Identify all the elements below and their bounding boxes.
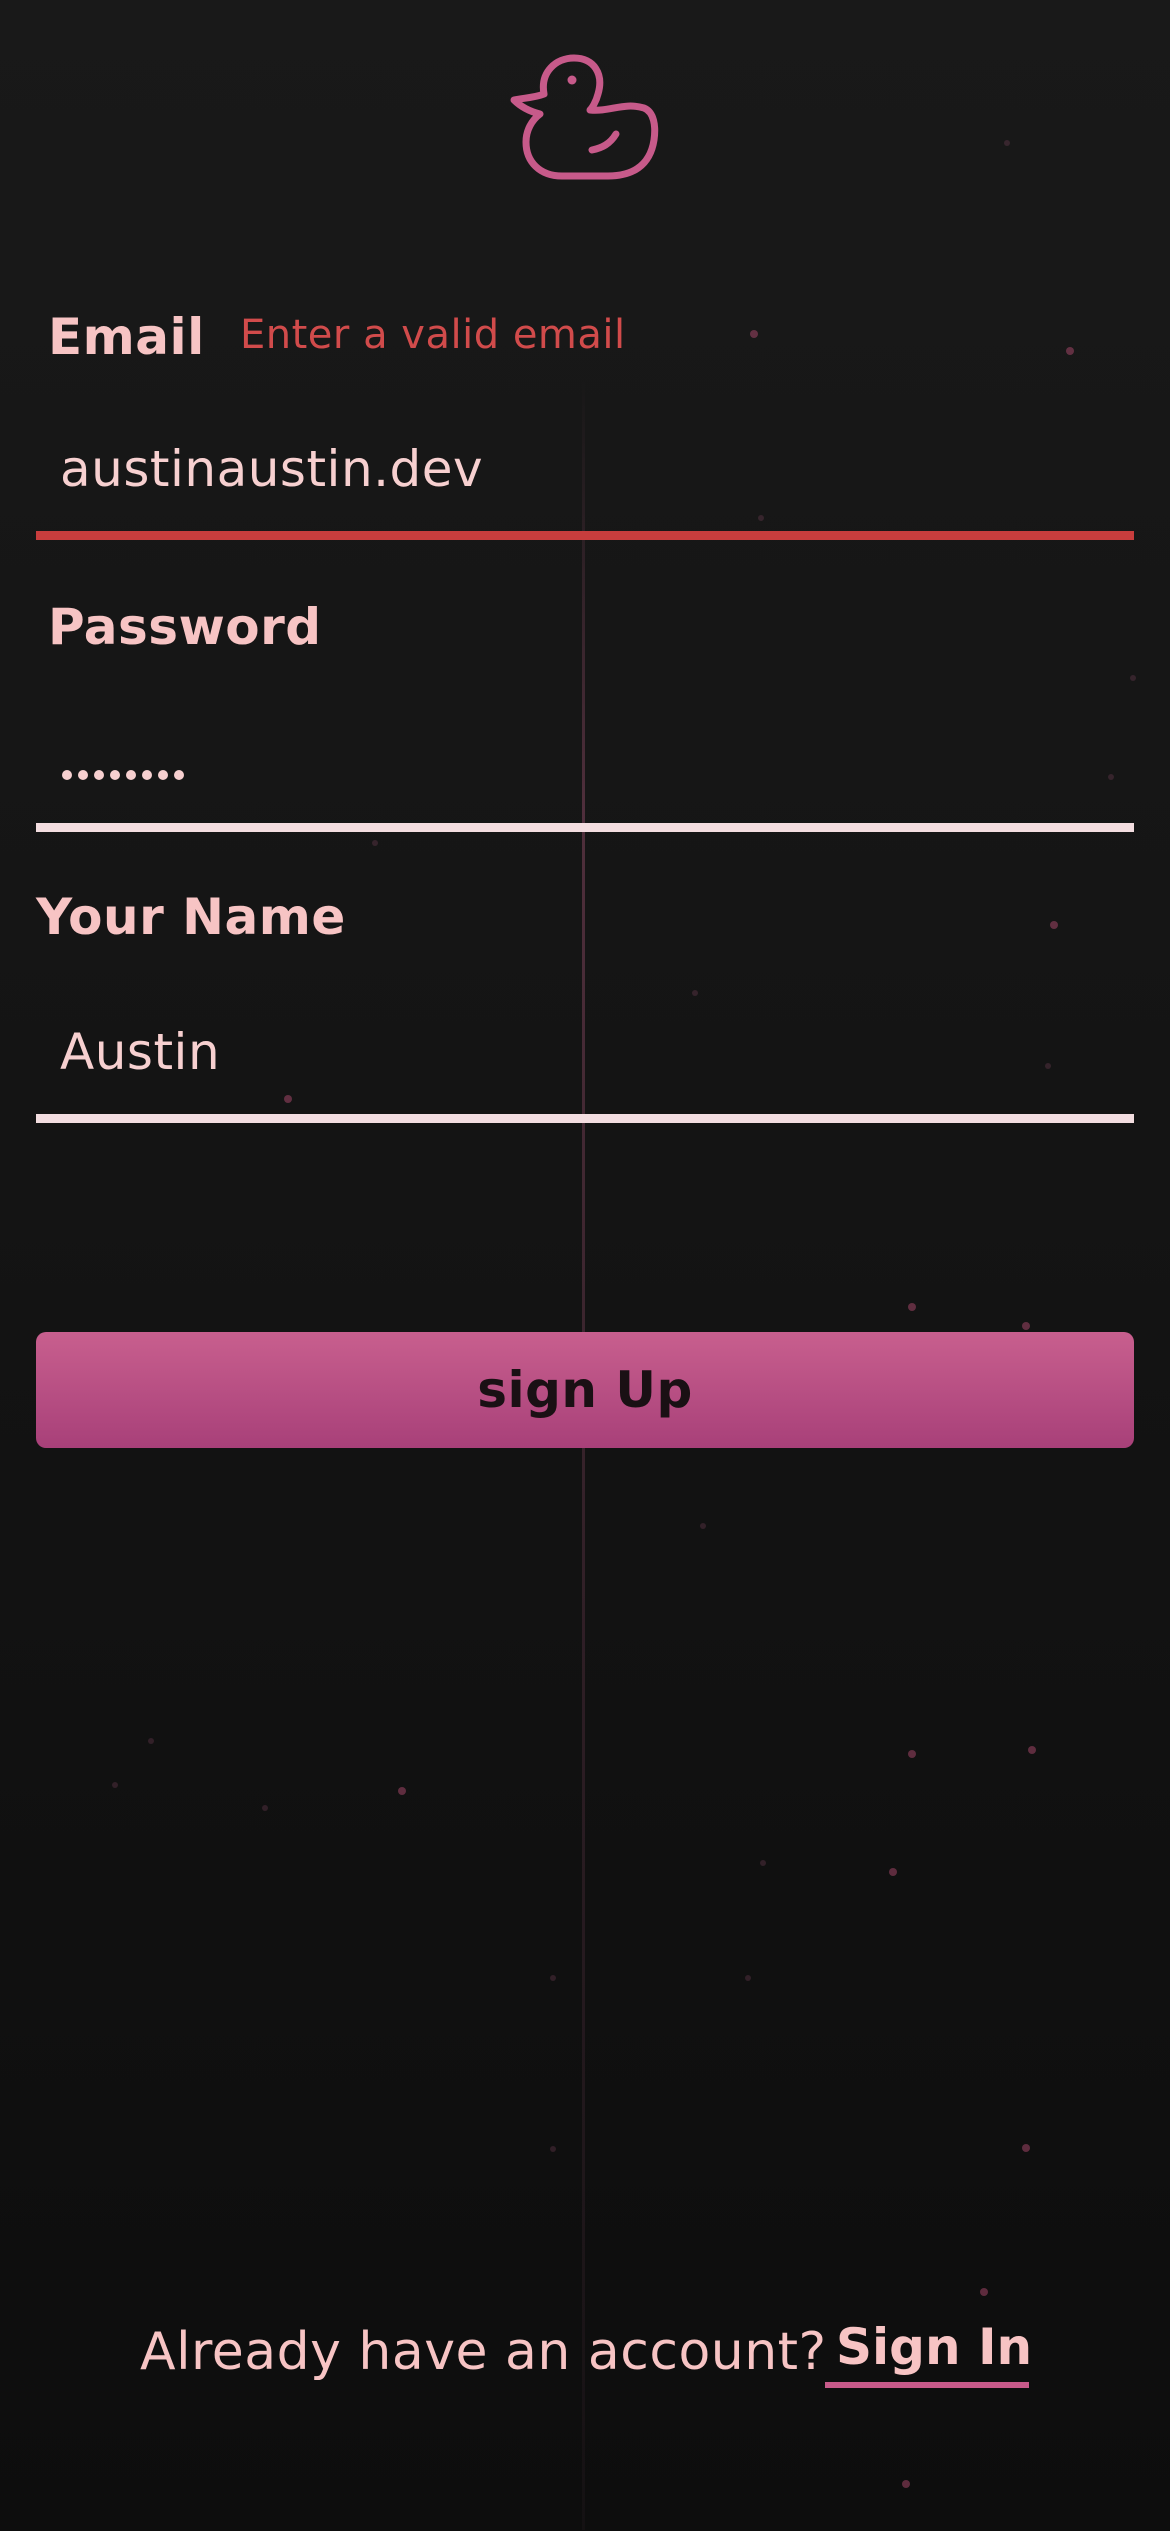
particle xyxy=(980,2288,988,2296)
sign-in-underline xyxy=(825,2382,1029,2388)
email-underline-error xyxy=(36,531,1134,540)
particle xyxy=(1130,675,1136,681)
name-input-value[interactable]: Austin xyxy=(60,1023,220,1081)
email-input-value[interactable]: austinaustin.dev xyxy=(60,440,483,498)
password-label: Password xyxy=(48,598,322,656)
particle xyxy=(1066,347,1074,355)
particle xyxy=(760,1860,766,1866)
particle xyxy=(745,1975,751,1981)
email-error-message: Enter a valid email xyxy=(240,312,626,358)
particle xyxy=(1028,1746,1036,1754)
email-field[interactable]: austinaustin.dev xyxy=(36,420,1134,540)
particle xyxy=(112,1782,118,1788)
name-label: Your Name xyxy=(36,888,346,946)
password-underline xyxy=(36,823,1134,832)
particle xyxy=(148,1738,154,1744)
particle xyxy=(902,2480,910,2488)
particle xyxy=(1050,921,1058,929)
footer: Already have an account? Sign In xyxy=(0,2318,1170,2398)
particle xyxy=(750,330,758,338)
particle xyxy=(550,1975,556,1981)
particle xyxy=(889,1868,897,1876)
name-underline xyxy=(36,1114,1134,1123)
sign-in-link[interactable]: Sign In xyxy=(836,2318,1032,2376)
password-field[interactable] xyxy=(36,712,1134,832)
particle xyxy=(372,840,378,846)
particle xyxy=(908,1750,916,1758)
particle xyxy=(550,2146,556,2152)
password-masked-value[interactable] xyxy=(62,770,184,780)
particle xyxy=(692,990,698,996)
center-divider-line xyxy=(582,380,585,2530)
particle xyxy=(700,1523,706,1529)
particle xyxy=(1004,140,1010,146)
particle xyxy=(908,1303,916,1311)
particle xyxy=(1022,2144,1030,2152)
particle xyxy=(262,1805,268,1811)
name-field[interactable]: Austin xyxy=(36,1003,1134,1123)
particle xyxy=(398,1787,406,1795)
sign-up-button[interactable]: sign Up xyxy=(36,1332,1134,1448)
already-have-account-text: Already have an account? xyxy=(140,2322,827,2382)
particle xyxy=(1022,1322,1030,1330)
duck-icon xyxy=(510,54,659,180)
email-label: Email xyxy=(48,308,205,366)
